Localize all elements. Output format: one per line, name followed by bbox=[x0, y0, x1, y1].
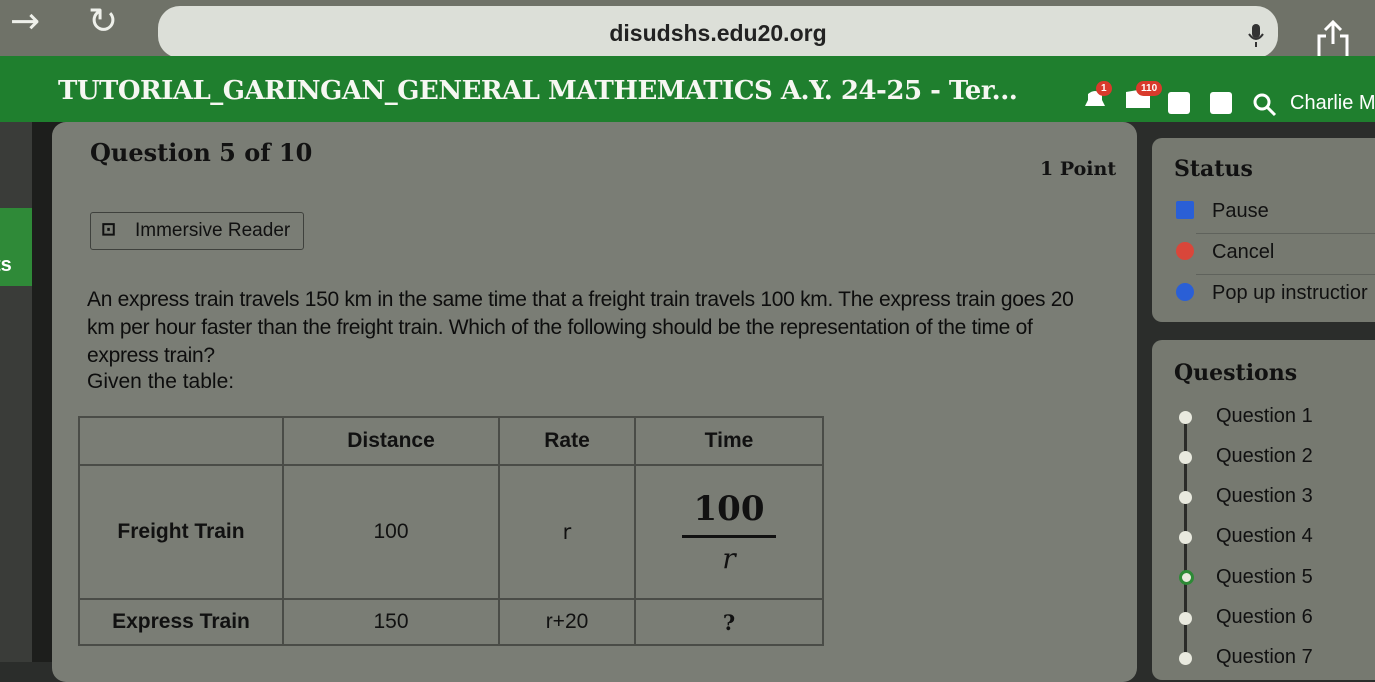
popup-instructions-button[interactable]: Pop up instructior bbox=[1176, 282, 1368, 305]
status-title: Status bbox=[1174, 156, 1253, 182]
table-cell: ? bbox=[634, 598, 824, 646]
left-sidebar bbox=[0, 122, 32, 662]
share-icon[interactable] bbox=[1316, 20, 1350, 60]
course-header: TUTORIAL_GARINGAN_GENERAL MATHEMATICS A.… bbox=[0, 56, 1375, 122]
browser-toolbar: → ↻ disudshs.edu20.org bbox=[0, 0, 1375, 62]
row-label: Freight Train bbox=[78, 464, 284, 600]
question-link-5[interactable]: Question 5 bbox=[1216, 566, 1313, 589]
question-dot bbox=[1179, 531, 1192, 544]
question-dot bbox=[1179, 451, 1192, 464]
table-header-cell bbox=[78, 416, 284, 466]
pause-button[interactable]: Pause bbox=[1176, 200, 1269, 223]
cancel-button[interactable]: Cancel bbox=[1176, 241, 1274, 264]
apps-icon[interactable] bbox=[1210, 92, 1232, 114]
question-dot bbox=[1179, 411, 1192, 424]
fraction-numerator: 100 bbox=[681, 489, 777, 538]
table-cell: r bbox=[498, 464, 636, 600]
immersive-reader-label: Immersive Reader bbox=[135, 220, 291, 241]
questions-title: Questions bbox=[1174, 360, 1298, 386]
messages-badge: 110 bbox=[1136, 81, 1163, 96]
table-row: Freight Train 100 r 100 r bbox=[78, 464, 824, 600]
table-cell: 100 bbox=[282, 464, 500, 600]
question-number: Question 5 of 10 bbox=[90, 138, 313, 167]
table-header-row: Distance Rate Time bbox=[78, 416, 824, 466]
info-icon bbox=[1176, 282, 1194, 301]
question-dot bbox=[1179, 612, 1192, 625]
pause-label: Pause bbox=[1212, 200, 1269, 222]
question-link-3[interactable]: Question 3 bbox=[1216, 485, 1313, 508]
table-header-cell: Distance bbox=[282, 416, 500, 466]
current-question-dot bbox=[1179, 570, 1194, 585]
data-table: Distance Rate Time Freight Train 100 r 1… bbox=[78, 416, 824, 646]
time-fraction: 100 r bbox=[681, 489, 777, 575]
table-cell-fraction: 100 r bbox=[634, 464, 824, 600]
question-dot bbox=[1179, 491, 1192, 504]
calendar-icon[interactable] bbox=[1168, 92, 1190, 114]
table-cell: r+20 bbox=[498, 598, 636, 646]
left-sidebar-tab[interactable]: ts bbox=[0, 208, 32, 286]
pause-icon bbox=[1176, 200, 1194, 219]
immersive-reader-icon: ⊡ bbox=[101, 219, 117, 239]
microphone-icon[interactable] bbox=[1248, 24, 1264, 48]
notification-badge: 1 bbox=[1096, 81, 1112, 96]
question-link-4[interactable]: Question 4 bbox=[1216, 525, 1313, 548]
question-link-7[interactable]: Question 7 bbox=[1216, 646, 1313, 669]
table-header-cell: Rate bbox=[498, 416, 636, 466]
address-bar[interactable]: disudshs.edu20.org bbox=[158, 6, 1278, 58]
cancel-label: Cancel bbox=[1212, 241, 1275, 263]
question-link-1[interactable]: Question 1 bbox=[1216, 405, 1313, 428]
question-text: An express train travels 150 km in the s… bbox=[87, 288, 1074, 367]
divider bbox=[1196, 233, 1375, 234]
table-cell: 150 bbox=[282, 598, 500, 646]
left-tab-label: ts bbox=[0, 254, 12, 276]
reload-icon[interactable]: ↻ bbox=[88, 4, 118, 40]
fraction-denominator: r bbox=[722, 542, 736, 575]
table-row: Express Train 150 r+20 ? bbox=[78, 598, 824, 646]
table-header-cell: Time bbox=[634, 416, 824, 466]
popup-instructions-label: Pop up instructior bbox=[1212, 282, 1368, 304]
row-label: Express Train bbox=[78, 598, 284, 646]
given-label: Given the table: bbox=[87, 370, 235, 393]
question-link-6[interactable]: Question 6 bbox=[1216, 606, 1313, 629]
question-points: 1 Point bbox=[1040, 158, 1117, 180]
forward-arrow-icon[interactable]: → bbox=[10, 4, 40, 40]
cancel-icon bbox=[1176, 241, 1194, 260]
question-dot bbox=[1179, 652, 1192, 665]
immersive-reader-button[interactable]: ⊡ Immersive Reader bbox=[90, 212, 304, 250]
search-icon[interactable] bbox=[1252, 92, 1278, 118]
url-text: disudshs.edu20.org bbox=[609, 20, 827, 46]
divider bbox=[1196, 274, 1375, 275]
user-name[interactable]: Charlie M bbox=[1290, 92, 1375, 115]
course-title[interactable]: TUTORIAL_GARINGAN_GENERAL MATHEMATICS A.… bbox=[58, 76, 1018, 106]
question-link-2[interactable]: Question 2 bbox=[1216, 445, 1313, 468]
